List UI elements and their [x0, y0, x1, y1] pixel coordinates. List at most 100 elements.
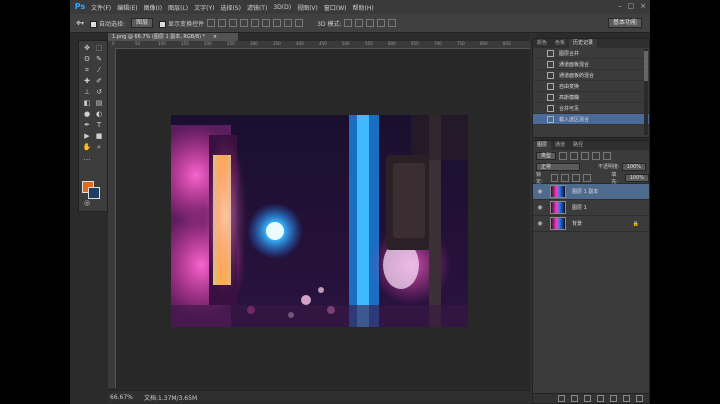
gradient-tool-icon[interactable]: ▤	[94, 99, 104, 108]
blur-tool-icon[interactable]: ●	[82, 110, 92, 119]
document-tab[interactable]: 1.png @ 66.7% (图层 1 副本, RGB/8) * ×	[108, 33, 238, 41]
healing-brush-icon[interactable]: ✚	[82, 77, 92, 86]
type-tool-icon[interactable]: T	[94, 121, 104, 130]
auto-select-dropdown[interactable]: 图层	[131, 18, 154, 28]
menu-layer[interactable]: 图层(L)	[168, 3, 188, 12]
filter-adjust-icon[interactable]	[570, 151, 579, 160]
filter-pixel-icon[interactable]	[559, 151, 568, 160]
canvas-workspace[interactable]	[116, 49, 530, 389]
history-item[interactable]: 通道面板混合	[533, 59, 649, 70]
crop-tool-icon[interactable]: ⌗	[82, 66, 92, 75]
menu-help[interactable]: 帮助(H)	[353, 3, 374, 12]
align-right-icon[interactable]	[262, 19, 271, 27]
layer-filter-dropdown[interactable]: 类型	[536, 151, 557, 160]
close-icon[interactable]: ×	[213, 34, 217, 40]
menu-type[interactable]: 文字(Y)	[194, 3, 214, 12]
menu-3d[interactable]: 3D(D)	[273, 4, 291, 11]
close-button[interactable]: ×	[640, 2, 646, 10]
new-layer-icon[interactable]	[623, 395, 630, 402]
minimize-button[interactable]: –	[618, 2, 622, 10]
layer-row[interactable]: ◉ 图层 1	[533, 200, 649, 216]
add-mask-icon[interactable]	[584, 395, 591, 402]
distribute-icon[interactable]	[284, 19, 293, 27]
menu-select[interactable]: 选择(S)	[220, 3, 241, 12]
3d-scale-icon[interactable]	[388, 19, 397, 27]
history-item[interactable]: 合并可见	[533, 103, 649, 114]
eye-icon[interactable]: ◉	[536, 204, 544, 211]
blend-mode-dropdown[interactable]: 正常	[536, 162, 580, 171]
3d-roll-icon[interactable]	[355, 19, 364, 27]
menu-image[interactable]: 图像(I)	[144, 3, 162, 12]
history-brush-icon[interactable]: ↺	[94, 88, 104, 97]
filter-shape-icon[interactable]	[592, 151, 601, 160]
show-transform-checkbox[interactable]	[159, 20, 167, 28]
adjustment-layer-icon[interactable]	[597, 395, 604, 402]
align-top-icon[interactable]	[207, 19, 216, 27]
link-layers-icon[interactable]	[558, 395, 565, 402]
distribute-icon[interactable]	[273, 19, 282, 27]
menu-view[interactable]: 视图(V)	[297, 3, 318, 12]
lasso-tool-icon[interactable]: ʘ	[82, 55, 92, 64]
layer-style-icon[interactable]	[571, 395, 578, 402]
brush-tool-icon[interactable]: ✐	[94, 77, 104, 86]
menu-file[interactable]: 文件(F)	[91, 3, 111, 12]
fill-input[interactable]: 100%	[624, 173, 650, 182]
history-item-selected[interactable]: 载入选区混合	[533, 114, 649, 125]
marquee-tool-icon[interactable]: ⬚	[94, 44, 104, 53]
3d-pan-icon[interactable]	[366, 19, 375, 27]
move-tool-icon[interactable]: ✥	[82, 44, 92, 53]
zoom-tool-icon[interactable]: ⌕	[94, 143, 104, 152]
tab-color[interactable]: 颜色	[533, 39, 551, 48]
history-item[interactable]: 高斯模糊	[533, 92, 649, 103]
align-bottom-icon[interactable]	[229, 19, 238, 27]
vertical-ruler[interactable]	[108, 48, 116, 388]
lock-transparent-icon[interactable]	[550, 173, 559, 182]
document-canvas[interactable]	[171, 115, 468, 327]
zoom-level[interactable]: 66.67%	[110, 394, 136, 401]
hand-tool-icon[interactable]: ✋	[82, 143, 92, 152]
tab-history[interactable]: 历史记录	[569, 39, 598, 48]
opacity-input[interactable]: 100%	[621, 162, 646, 171]
extra-tools-icon[interactable]: …	[82, 154, 92, 163]
3d-rotate-icon[interactable]	[344, 19, 353, 27]
lock-position-icon[interactable]	[572, 173, 581, 182]
menu-window[interactable]: 窗口(W)	[324, 3, 347, 12]
scrollbar-thumb[interactable]	[644, 51, 648, 81]
new-group-icon[interactable]	[610, 395, 617, 402]
horizontal-ruler[interactable]: 0 50 100 150 200 250 300 350 400 450 500 550 600 650 7…	[108, 41, 530, 49]
distribute-icon[interactable]	[295, 19, 304, 27]
layer-row[interactable]: ◉ 图层 1 副本	[533, 184, 649, 200]
eraser-tool-icon[interactable]: ◧	[82, 99, 92, 108]
eye-icon[interactable]: ◉	[536, 220, 544, 227]
move-tool-icon[interactable]: ✥▾	[76, 20, 84, 27]
menu-filter[interactable]: 滤镜(T)	[247, 3, 267, 12]
tab-layers[interactable]: 图层	[533, 141, 552, 150]
history-item[interactable]: 自由变换	[533, 81, 649, 92]
pen-tool-icon[interactable]: ✒	[82, 121, 92, 130]
history-item[interactable]: 通道面板的混合	[533, 70, 649, 81]
menu-edit[interactable]: 编辑(E)	[117, 3, 137, 12]
clone-stamp-icon[interactable]: ⊥	[82, 88, 92, 97]
quick-mask-icon[interactable]: ◎	[82, 199, 92, 208]
background-color-swatch[interactable]	[88, 187, 100, 199]
3d-slide-icon[interactable]	[377, 19, 386, 27]
shape-tool-icon[interactable]: ■	[94, 132, 104, 141]
eyedropper-icon[interactable]: ⁄	[94, 66, 104, 75]
filter-smart-icon[interactable]	[603, 151, 612, 160]
tab-swatches[interactable]: 色板	[551, 39, 569, 48]
path-select-icon[interactable]: ▶	[82, 132, 92, 141]
eye-icon[interactable]: ◉	[536, 188, 544, 195]
history-item[interactable]: 图层合并	[533, 48, 649, 59]
align-left-icon[interactable]	[240, 19, 249, 27]
filter-type-icon[interactable]	[581, 151, 590, 160]
tab-channels[interactable]: 通道	[551, 141, 569, 150]
tab-paths[interactable]: 路径	[569, 141, 587, 150]
dodge-tool-icon[interactable]: ◐	[94, 110, 104, 119]
workspace-dropdown[interactable]: 基本功能	[607, 18, 642, 28]
document-size[interactable]: 文档:1.37M/3.65M	[144, 393, 197, 402]
align-center-icon[interactable]	[251, 19, 260, 27]
maximize-button[interactable]: □	[628, 2, 635, 10]
lock-all-icon[interactable]	[583, 173, 592, 182]
history-scrollbar[interactable]	[644, 49, 648, 135]
delete-layer-icon[interactable]	[636, 395, 643, 402]
